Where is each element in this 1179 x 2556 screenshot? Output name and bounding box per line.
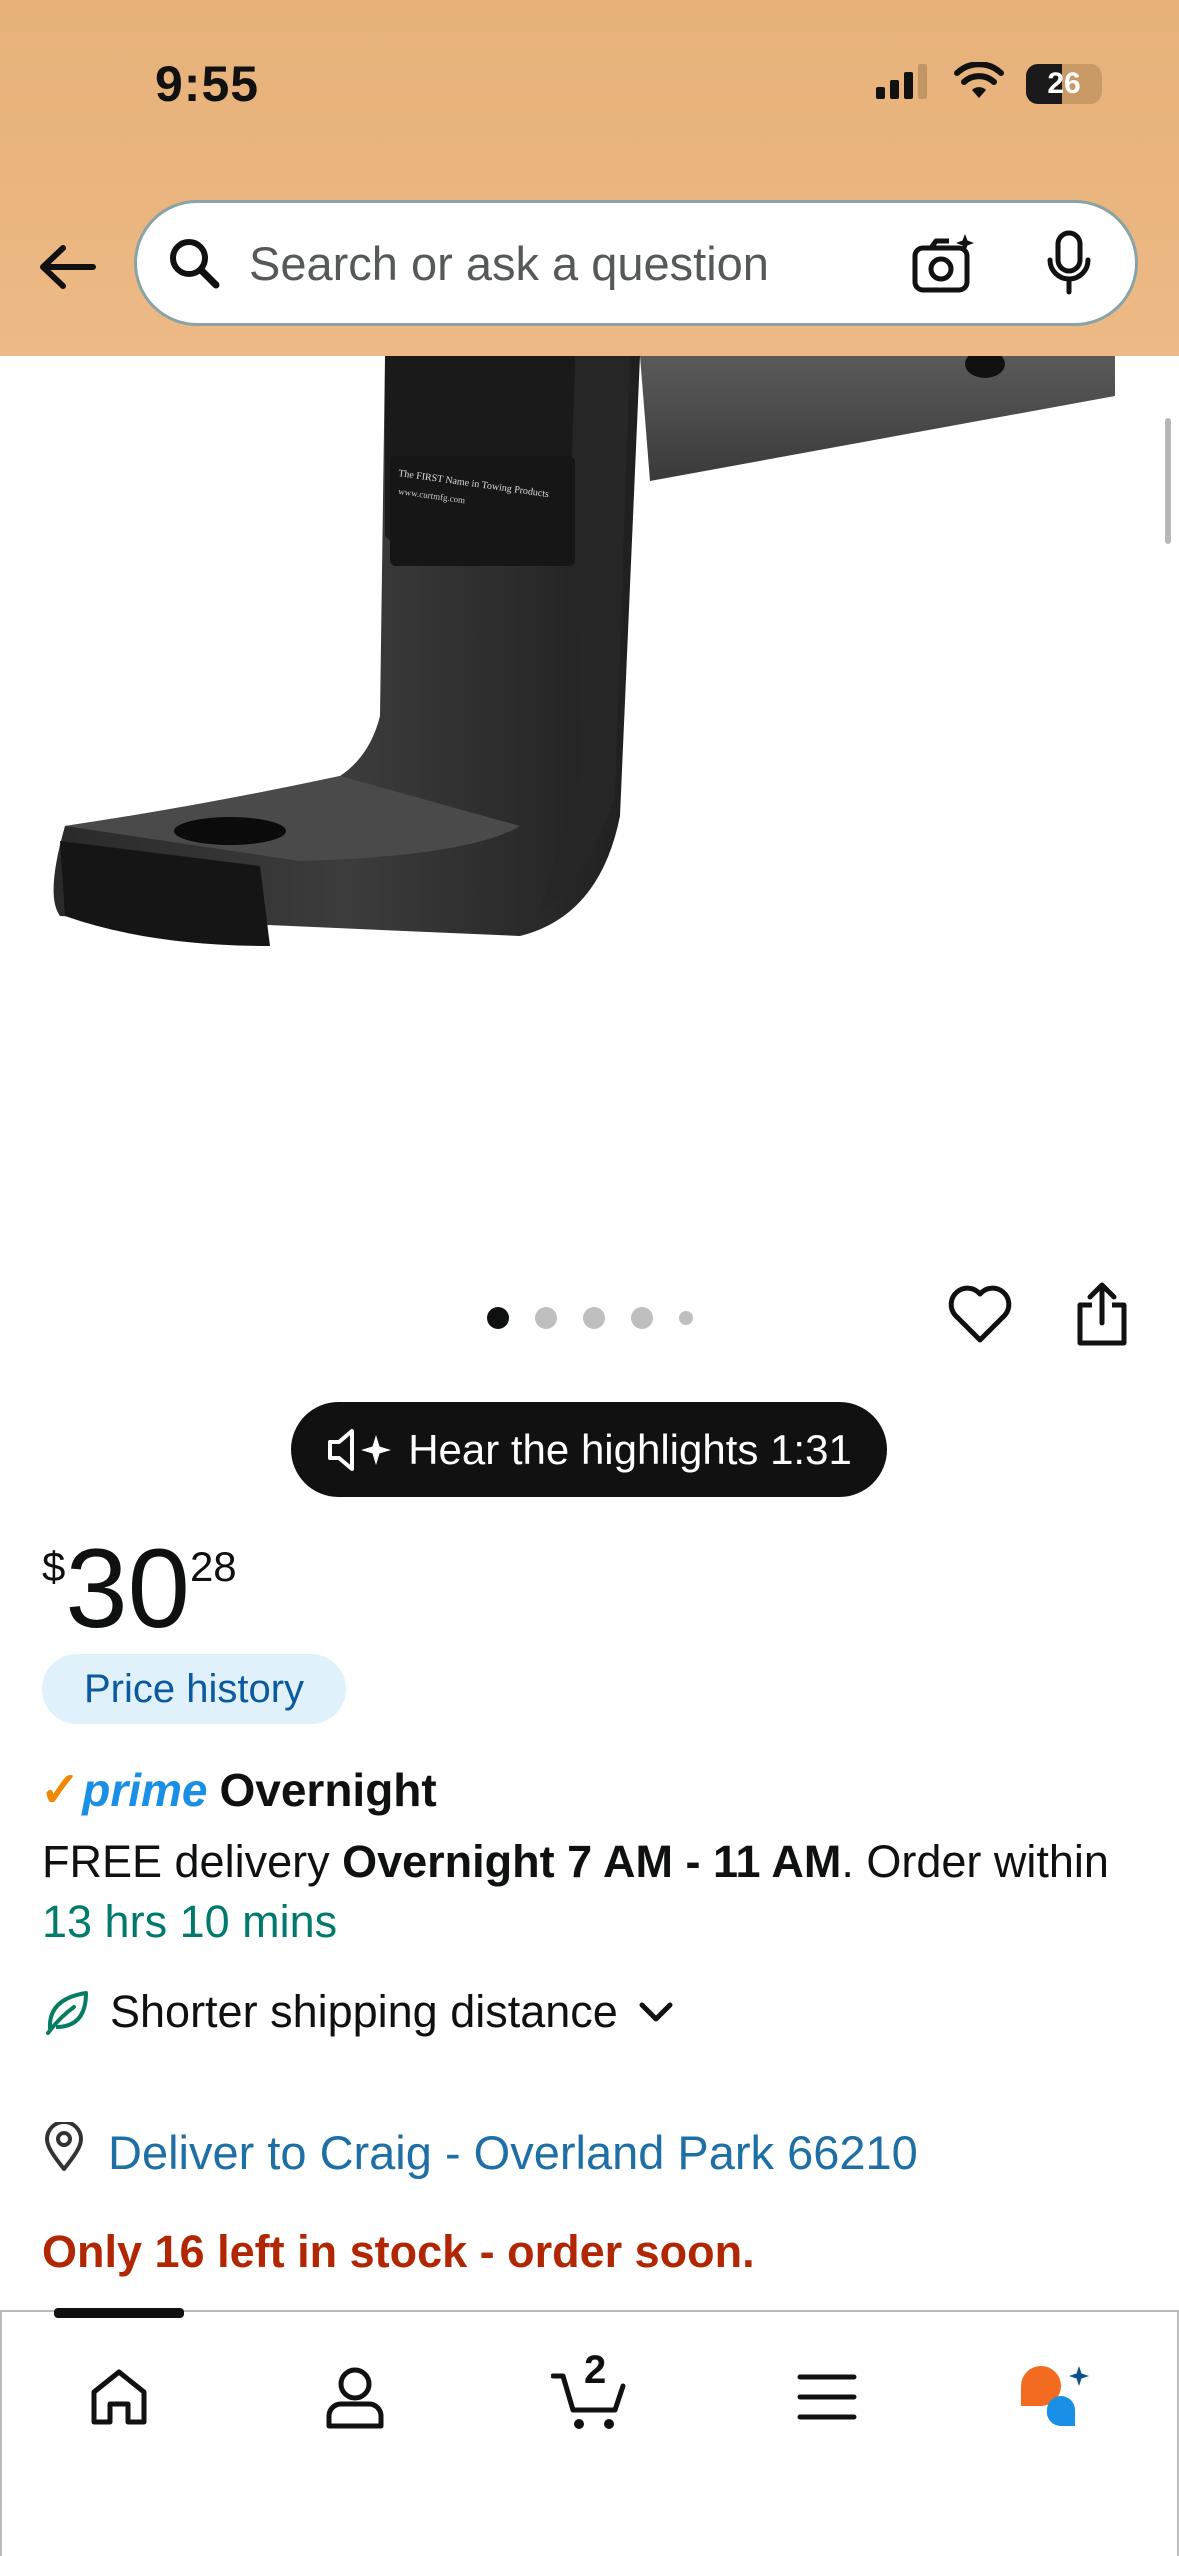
microphone-icon[interactable]	[1039, 228, 1099, 298]
shipping-distance-toggle[interactable]: Shorter shipping distance	[42, 1986, 676, 2038]
home-icon	[91, 2369, 147, 2425]
signal-icon	[876, 63, 932, 104]
share-icon	[1077, 1282, 1127, 1346]
hamburger-menu-icon	[797, 2374, 857, 2420]
search-icon	[165, 234, 223, 292]
nav-cart[interactable]: 2	[546, 2348, 636, 2442]
prime-shipping-label: Overnight	[219, 1764, 437, 1816]
search-bar[interactable]: Search or ask a question	[134, 200, 1138, 326]
person-icon	[326, 2367, 384, 2429]
delivery-info: FREE delivery Overnight 7 AM - 11 AM. Or…	[42, 1832, 1142, 1952]
bottom-nav: 2	[0, 2308, 1179, 2556]
delivery-prefix: FREE delivery	[42, 1836, 343, 1887]
rufus-assistant-icon	[1021, 2366, 1089, 2427]
delivery-countdown: 13 hrs 10 mins	[42, 1896, 338, 1947]
top-bar: 9:55 26 Search or ask a question	[0, 0, 1179, 356]
nav-active-indicator	[54, 2308, 184, 2318]
carousel-dot[interactable]	[582, 1307, 605, 1329]
price-whole: 30	[65, 1526, 190, 1651]
deliver-to-link[interactable]: Deliver to Craig - Overland Park 66210	[42, 2120, 918, 2183]
audio-sparkle-icon	[326, 1425, 392, 1475]
location-pin-icon	[42, 2120, 86, 2183]
back-button[interactable]	[32, 232, 102, 302]
carousel-dot[interactable]	[630, 1307, 653, 1329]
status-icons: 26	[876, 61, 1102, 105]
delivery-middle: . Order within	[841, 1836, 1109, 1887]
product-image[interactable]: The FIRST Name in Towing Products www.cu…	[0, 356, 1179, 1256]
price-history-button[interactable]: Price history	[42, 1654, 346, 1724]
highlights-label: Hear the highlights 1:31	[408, 1425, 852, 1473]
prime-badge: ✓ prime Overnight	[40, 1762, 437, 1818]
nav-account[interactable]	[310, 2352, 400, 2442]
nav-menu[interactable]	[782, 2352, 872, 2442]
cart-count-badge: 2	[584, 2348, 607, 2392]
scrollbar[interactable]	[1165, 418, 1171, 544]
delivery-window: Overnight 7 AM - 11 AM	[342, 1836, 842, 1887]
share-button[interactable]	[1066, 1278, 1138, 1350]
camera-search-icon[interactable]	[909, 228, 979, 298]
status-time: 9:55	[155, 56, 260, 112]
prime-logo: prime	[82, 1764, 208, 1816]
battery-icon: 26	[1026, 63, 1102, 104]
heart-icon	[948, 1285, 1012, 1343]
shipping-distance-label: Shorter shipping distance	[110, 1986, 618, 2037]
price: $ 30 28	[42, 1525, 237, 1653]
carousel-dot[interactable]	[678, 1311, 693, 1325]
price-fraction: 28	[189, 1543, 237, 1590]
prime-check-icon: ✓	[40, 1764, 81, 1817]
carousel-dot[interactable]	[534, 1307, 557, 1329]
leaf-icon	[42, 1987, 92, 2037]
deliver-to-label: Deliver to Craig - Overland Park 66210	[108, 2126, 918, 2179]
nav-home[interactable]	[74, 2352, 164, 2442]
carousel-dot[interactable]	[486, 1307, 509, 1329]
price-currency: $	[42, 1543, 66, 1590]
stock-warning: Only 16 left in stock - order soon.	[42, 2226, 755, 2277]
nav-rufus-assistant[interactable]	[1012, 2352, 1102, 2442]
wifi-icon	[954, 61, 1004, 105]
battery-level: 26	[1047, 66, 1081, 100]
chevron-down-icon	[636, 1997, 676, 2027]
back-arrow-icon	[40, 245, 96, 289]
hear-highlights-button[interactable]: Hear the highlights 1:31	[291, 1402, 887, 1497]
wishlist-button[interactable]	[944, 1278, 1016, 1350]
search-input[interactable]: Search or ask a question	[249, 236, 909, 291]
